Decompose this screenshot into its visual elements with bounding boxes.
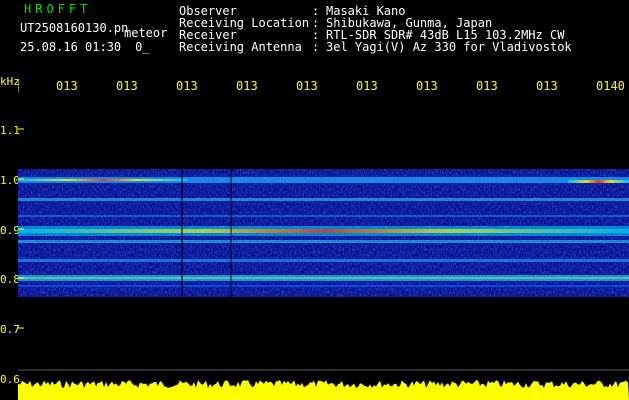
band-790: [18, 285, 629, 287]
app-brand: HROFFT: [24, 2, 92, 16]
band-930: [18, 215, 629, 217]
vertical-gap: [181, 169, 183, 297]
band-875: [18, 240, 629, 243]
band-900-core: [18, 229, 629, 233]
band-1000-core-right: [568, 180, 629, 183]
spectrogram: [18, 80, 629, 400]
info-label-antenna: Receiving Antenna: [179, 40, 302, 54]
y-tick-label: 0.7: [0, 323, 20, 336]
band-965: [18, 198, 629, 201]
y-tick-label: 1.1: [0, 124, 20, 137]
category-label: meteor: [124, 26, 168, 40]
y-tick-label: 0.9: [0, 224, 20, 237]
band-1000-core: [18, 179, 188, 181]
amplitude-fill: [18, 380, 629, 400]
vertical-gap: [230, 169, 232, 297]
amplitude-strip: [18, 380, 629, 400]
band-810-core: [18, 277, 629, 279]
event-count: 0_: [135, 40, 150, 54]
y-tick-label: 1.0: [0, 174, 20, 187]
band-840: [18, 259, 629, 262]
y-tick-label: 0.6: [0, 373, 20, 386]
file-name: UT2508160130.pn: [20, 21, 129, 35]
timestamp: 25.08.16 01:30 0_: [20, 41, 150, 53]
axis-unit: kHz: [0, 75, 20, 88]
y-tick-label: 0.8: [0, 273, 20, 286]
info-separator: :: [312, 40, 320, 54]
timestamp-value: 25.08.16 01:30: [20, 40, 122, 54]
info-value-antenna: 3el Yagi(V) Az 330 for Vladivostok: [326, 40, 572, 54]
